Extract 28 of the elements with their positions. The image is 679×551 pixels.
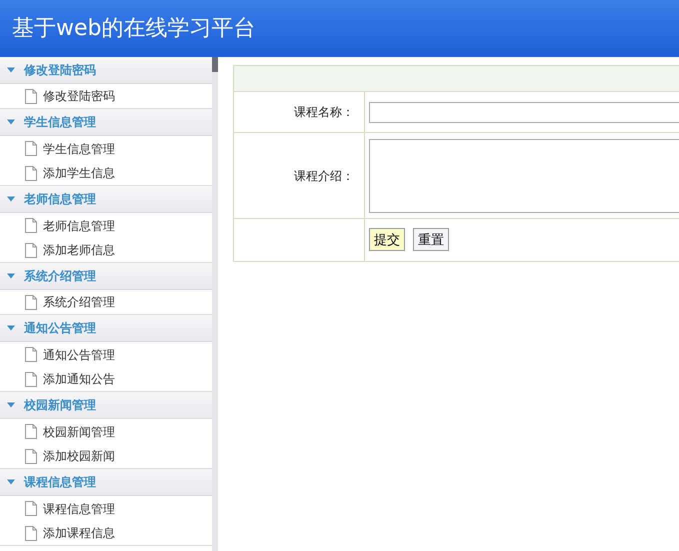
- group-title: 学生信息管理: [24, 114, 96, 131]
- form-button[interactable]: 提交: [369, 228, 405, 252]
- app-title: 基于web的在线学习平台: [12, 15, 256, 43]
- field-label: 课程名称：: [294, 104, 354, 121]
- document-icon: [25, 372, 37, 386]
- document-icon: [25, 294, 37, 310]
- group-title: 老师信息管理: [24, 191, 96, 208]
- group-title: 校园新闻管理: [24, 397, 96, 414]
- group-title: 系统介绍管理: [24, 268, 96, 285]
- group-title: 通知公告管理: [24, 320, 96, 337]
- collapse-handle[interactable]: [212, 57, 218, 72]
- document-icon: [25, 218, 37, 233]
- document-icon: [25, 347, 37, 362]
- course-name-field[interactable]: [369, 102, 679, 122]
- group-title: 修改登陆密码: [24, 62, 96, 79]
- document-icon: [25, 141, 37, 156]
- sidebar-splitter[interactable]: [212, 57, 218, 551]
- document-icon: [25, 166, 37, 180]
- form-button[interactable]: 重置: [413, 228, 449, 252]
- field-label: 课程介绍：: [294, 168, 354, 184]
- document-icon: [25, 88, 37, 104]
- document-icon: [25, 242, 37, 258]
- document-icon: [25, 448, 37, 464]
- course-intro-field[interactable]: [369, 138, 679, 212]
- document-icon: [25, 501, 37, 516]
- group-title: 课程信息管理: [24, 474, 96, 491]
- document-icon: [25, 424, 37, 439]
- document-icon: [25, 526, 37, 540]
